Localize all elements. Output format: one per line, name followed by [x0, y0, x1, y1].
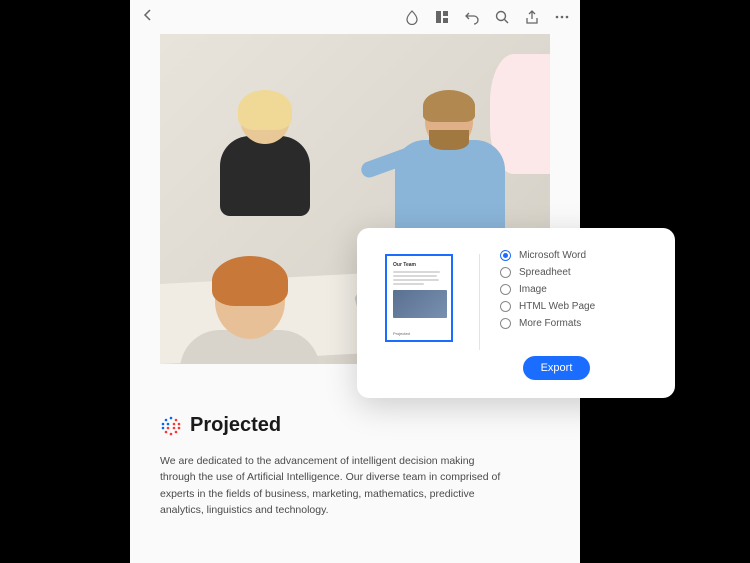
format-option-image[interactable]: Image	[500, 284, 653, 295]
search-icon[interactable]	[494, 9, 510, 25]
brand-name: Projected	[190, 414, 281, 437]
format-option-spreadsheet[interactable]: Spreadheet	[500, 267, 653, 278]
thumbnail-area: Our Team Projected	[385, 248, 463, 380]
radio-icon	[500, 301, 511, 312]
panel-icon[interactable]	[434, 9, 450, 25]
format-radio-list: Microsoft Word Spreadheet Image HTML Web…	[500, 248, 653, 329]
format-option-html[interactable]: HTML Web Page	[500, 301, 653, 312]
radio-icon	[500, 267, 511, 278]
brand-logo-icon	[160, 415, 182, 437]
brand-section: Projected	[160, 414, 550, 437]
share-icon[interactable]	[524, 9, 540, 25]
export-options: Microsoft Word Spreadheet Image HTML Web…	[500, 248, 653, 380]
body-text: We are dedicated to the advancement of i…	[160, 453, 510, 518]
radio-icon	[500, 318, 511, 329]
radio-label: More Formats	[519, 318, 581, 329]
thumbnail-title: Our Team	[393, 262, 445, 268]
export-button[interactable]: Export	[523, 356, 591, 380]
thumbnail-footer: Projected	[393, 331, 410, 336]
format-option-more[interactable]: More Formats	[500, 318, 653, 329]
back-icon[interactable]	[140, 7, 156, 23]
radio-icon	[500, 284, 511, 295]
more-icon[interactable]	[554, 9, 570, 25]
fill-icon[interactable]	[404, 9, 420, 25]
radio-label: Spreadheet	[519, 267, 571, 278]
radio-label: HTML Web Page	[519, 301, 595, 312]
radio-label: Microsoft Word	[519, 250, 586, 261]
toolbar	[130, 0, 580, 34]
undo-icon[interactable]	[464, 9, 480, 25]
export-panel: Our Team Projected Microsoft Word Spread…	[357, 228, 675, 398]
format-option-word[interactable]: Microsoft Word	[500, 250, 653, 261]
radio-icon	[500, 250, 511, 261]
divider	[479, 254, 480, 350]
document-thumbnail[interactable]: Our Team Projected	[385, 254, 453, 342]
radio-label: Image	[519, 284, 547, 295]
